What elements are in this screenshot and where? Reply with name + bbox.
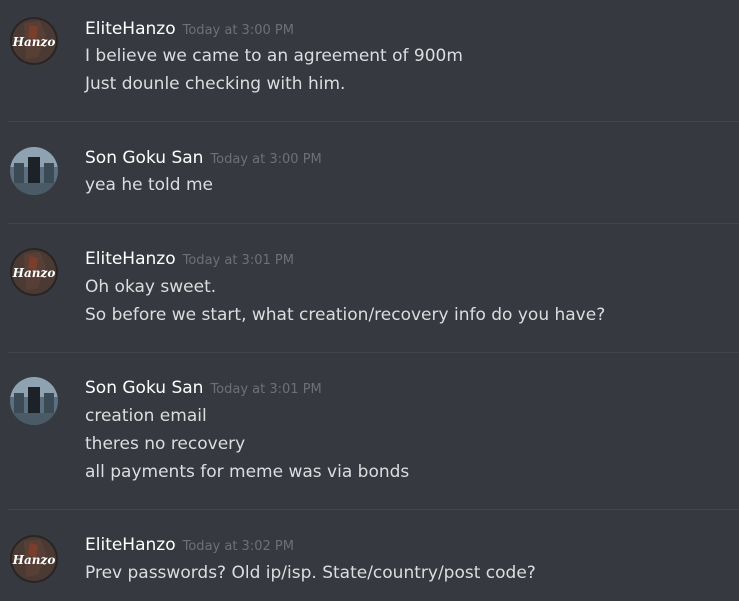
- username[interactable]: Son Goku San Today at 3:00 PM: [85, 148, 322, 168]
- author-name[interactable]: EliteHanzo: [85, 249, 176, 269]
- message-text: theres no recovery: [85, 434, 246, 454]
- goku-avatar-icon: [10, 377, 58, 425]
- avatar[interactable]: Hanzo: [10, 17, 58, 65]
- timestamp: Today at 3:00 PM: [210, 152, 322, 167]
- goku-avatar-icon: [10, 147, 58, 195]
- hanzo-avatar-icon: Hanzo: [10, 17, 58, 65]
- message-text: creation email: [85, 406, 207, 426]
- avatar[interactable]: [10, 377, 58, 425]
- message-text: Prev passwords? Old ip/isp. State/countr…: [85, 563, 536, 583]
- timestamp: Today at 3:02 PM: [182, 539, 294, 554]
- author-name[interactable]: Son Goku San: [85, 378, 203, 398]
- message-divider: [8, 509, 739, 510]
- message-text: So before we start, what creation/recove…: [85, 305, 606, 325]
- username[interactable]: EliteHanzo Today at 3:02 PM: [85, 535, 294, 555]
- svg-text:Hanzo: Hanzo: [12, 35, 56, 49]
- timestamp: Today at 3:01 PM: [182, 253, 294, 268]
- message-text: I believe we came to an agreement of 900…: [85, 46, 463, 66]
- author-name[interactable]: Son Goku San: [85, 148, 203, 168]
- timestamp: Today at 3:00 PM: [182, 23, 294, 38]
- username[interactable]: EliteHanzo Today at 3:01 PM: [85, 249, 294, 269]
- message-divider: [8, 223, 739, 224]
- svg-text:Hanzo: Hanzo: [12, 553, 56, 567]
- message-text: Just dounle checking with him.: [85, 74, 346, 94]
- message-divider: [8, 352, 739, 353]
- avatar[interactable]: [10, 147, 58, 195]
- username[interactable]: EliteHanzo Today at 3:00 PM: [85, 19, 294, 39]
- username[interactable]: Son Goku San Today at 3:01 PM: [85, 378, 322, 398]
- message-text: yea he told me: [85, 175, 213, 195]
- hanzo-avatar-icon: Hanzo: [10, 248, 58, 296]
- avatar[interactable]: Hanzo: [10, 248, 58, 296]
- svg-text:Hanzo: Hanzo: [12, 266, 56, 280]
- avatar[interactable]: Hanzo: [10, 535, 58, 583]
- message-text: all payments for meme was via bonds: [85, 462, 410, 482]
- hanzo-avatar-icon: Hanzo: [10, 535, 58, 583]
- message-text: Oh okay sweet.: [85, 277, 217, 297]
- chat-messages: Hanzo EliteHanzo Today at 3:00 PM I belie…: [0, 0, 739, 601]
- timestamp: Today at 3:01 PM: [210, 382, 322, 397]
- message-divider: [8, 121, 739, 122]
- author-name[interactable]: EliteHanzo: [85, 19, 176, 39]
- author-name[interactable]: EliteHanzo: [85, 535, 176, 555]
